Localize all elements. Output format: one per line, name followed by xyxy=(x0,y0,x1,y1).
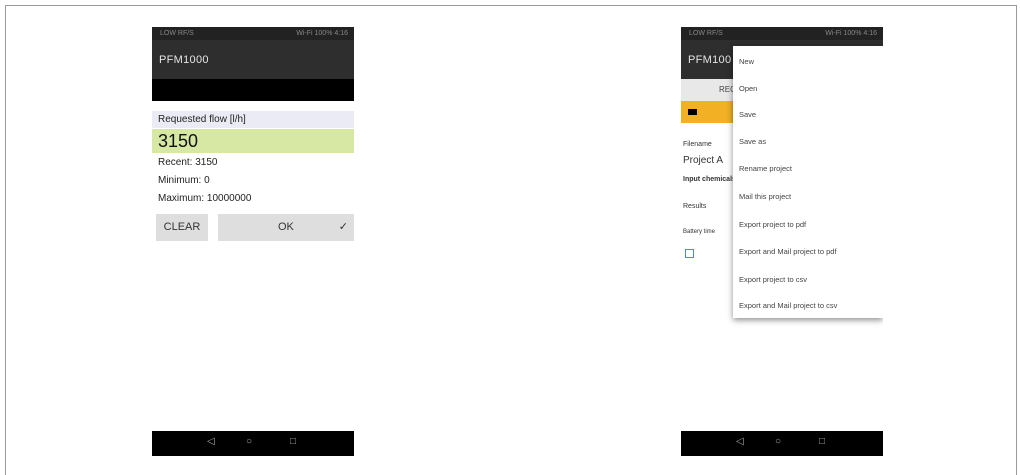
dialog-label: Requested flow [l/h] xyxy=(152,111,354,128)
home-icon[interactable]: ○ xyxy=(246,436,252,447)
checkbox[interactable] xyxy=(685,249,694,258)
status-left-text: LOW RF/S xyxy=(689,30,723,37)
status-bar: LOW RF/S Wi-Fi 100% 4:16 xyxy=(152,27,354,40)
recent-value-text: Recent: 3150 xyxy=(158,157,218,168)
back-icon[interactable]: ◁ xyxy=(207,436,215,447)
menu-item-rename-project[interactable]: Rename project xyxy=(739,164,792,173)
home-icon[interactable]: ○ xyxy=(775,436,781,447)
ok-button-label: OK xyxy=(278,221,294,233)
back-icon[interactable]: ◁ xyxy=(736,436,744,447)
tab-strip xyxy=(152,79,354,101)
ok-button[interactable]: OK ✓ xyxy=(218,214,354,241)
recent-apps-icon[interactable]: □ xyxy=(290,436,296,447)
clear-button[interactable]: CLEAR xyxy=(156,214,208,241)
status-bar: LOW RF/S Wi-Fi 100% 4:16 xyxy=(681,27,883,40)
app-bar: PFM1000 xyxy=(152,40,354,79)
maximum-value-text: Maximum: 10000000 xyxy=(158,193,252,204)
app-title: PFM100 xyxy=(688,54,732,66)
phone-screen-overflow-menu: LOW RF/S Wi-Fi 100% 4:16 PFM100 REQ File… xyxy=(681,27,883,456)
system-nav-bar: ◁ ○ □ xyxy=(681,431,883,456)
check-icon: ✓ xyxy=(338,221,348,233)
recent-apps-icon[interactable]: □ xyxy=(819,436,825,447)
menu-item-new[interactable]: New xyxy=(739,57,754,66)
phone-screen-input-dialog: LOW RF/S Wi-Fi 100% 4:16 PFM1000 Request… xyxy=(152,27,354,456)
menu-item-export-pdf[interactable]: Export project to pdf xyxy=(739,220,806,229)
menu-item-export-mail-pdf[interactable]: Export and Mail project to pdf xyxy=(739,247,837,256)
system-nav-bar: ◁ ○ □ xyxy=(152,431,354,456)
folder-icon[interactable] xyxy=(688,109,697,115)
menu-item-save-as[interactable]: Save as xyxy=(739,137,766,146)
menu-item-mail-project[interactable]: Mail this project xyxy=(739,192,791,201)
minimum-value-text: Minimum: 0 xyxy=(158,175,210,186)
menu-item-open[interactable]: Open xyxy=(739,84,757,93)
app-title: PFM1000 xyxy=(159,54,209,66)
flow-value-input[interactable]: 3150 xyxy=(152,129,354,153)
menu-item-export-mail-csv[interactable]: Export and Mail project to csv xyxy=(739,301,837,310)
status-left-text: LOW RF/S xyxy=(160,30,194,37)
status-right-text: Wi-Fi 100% 4:16 xyxy=(825,30,877,37)
status-right-text: Wi-Fi 100% 4:16 xyxy=(296,30,348,37)
overflow-menu: New Open Save Save as Rename project Mai… xyxy=(733,46,883,318)
menu-item-export-csv[interactable]: Export project to csv xyxy=(739,275,807,284)
menu-item-save[interactable]: Save xyxy=(739,110,756,119)
